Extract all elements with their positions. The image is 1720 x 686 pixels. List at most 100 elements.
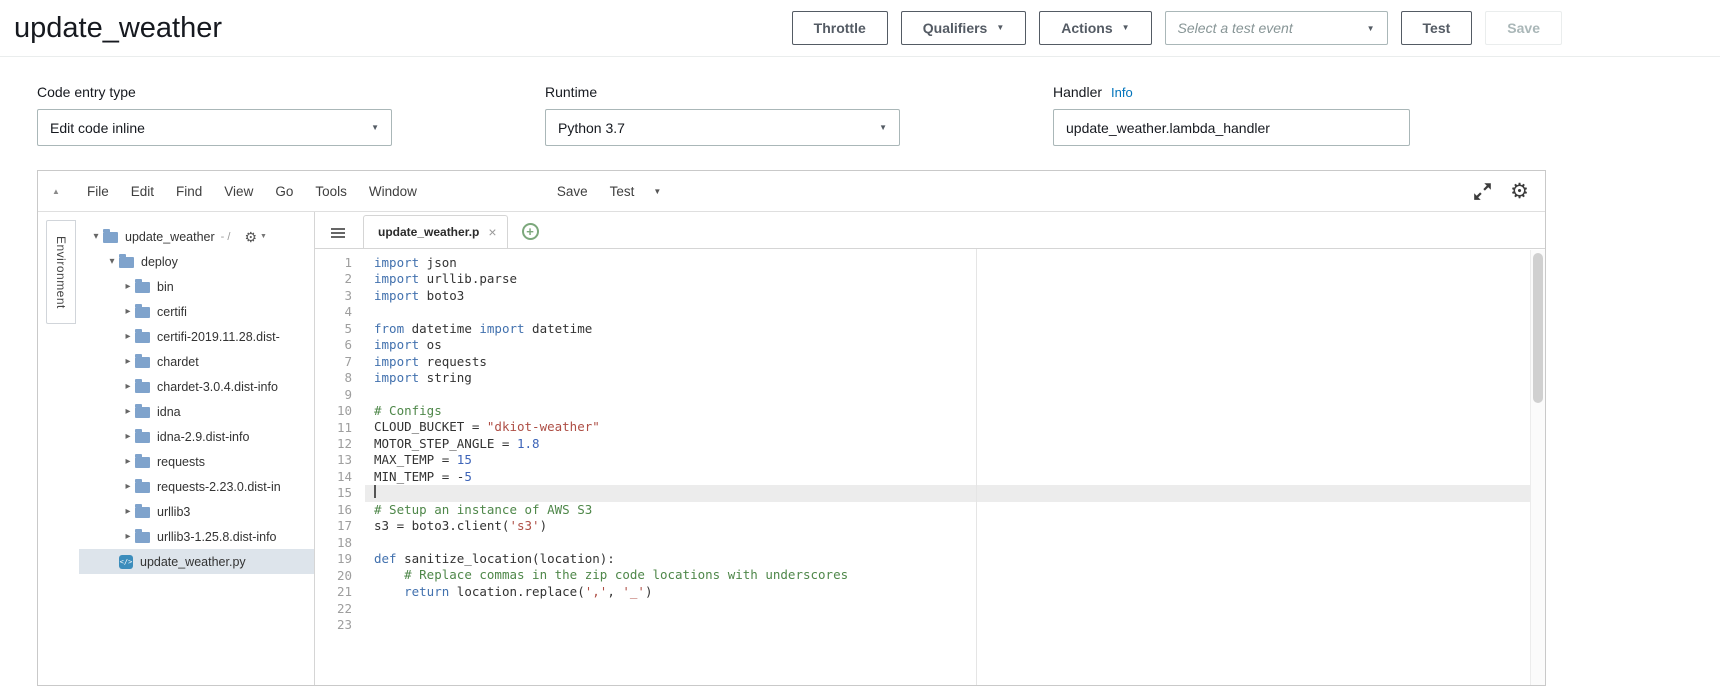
line-number[interactable]: 14 (315, 469, 352, 485)
line-number[interactable]: 9 (315, 387, 352, 403)
code-line-20[interactable]: # Replace commas in the zip code locatio… (365, 567, 1545, 583)
chevron-down-icon[interactable]: ▾ (89, 231, 103, 242)
tree-item-idna-2-9-dist-info[interactable]: ▸idna-2.9.dist-info (79, 424, 314, 449)
code-line-5[interactable]: from datetime import datetime (365, 321, 1545, 337)
chevron-right-icon[interactable]: ▸ (121, 281, 135, 292)
code-line-15[interactable] (365, 485, 1545, 501)
code-line-16[interactable]: # Setup an instance of AWS S3 (365, 502, 1545, 518)
code-line-9[interactable] (365, 387, 1545, 403)
menu-tools[interactable]: Tools (304, 184, 358, 199)
tree-item-urllib3[interactable]: ▸urllib3 (79, 499, 314, 524)
tab-list-icon[interactable] (331, 228, 345, 230)
tree-item-chardet[interactable]: ▸chardet (79, 349, 314, 374)
tab-update-weather-py[interactable]: update_weather.p × (363, 215, 508, 248)
add-tab-icon[interactable]: + (522, 223, 539, 240)
tree-item-bin[interactable]: ▸bin (79, 274, 314, 299)
line-number[interactable]: 10 (315, 403, 352, 419)
line-number[interactable]: 17 (315, 518, 352, 534)
line-number[interactable]: 11 (315, 420, 352, 436)
tree-item-urllib3-1-25-8-dist-info[interactable]: ▸urllib3-1.25.8.dist-info (79, 524, 314, 549)
close-icon[interactable]: × (488, 224, 496, 240)
code-line-8[interactable]: import string (365, 370, 1545, 386)
line-number[interactable]: 20 (315, 568, 352, 584)
fullscreen-icon[interactable] (1473, 182, 1492, 201)
menu-window[interactable]: Window (358, 184, 428, 199)
scrollbar-thumb[interactable] (1533, 253, 1543, 403)
line-number[interactable]: 15 (315, 485, 352, 501)
test-button[interactable]: Test (1401, 11, 1473, 45)
qualifiers-button[interactable]: Qualifiers ▼ (901, 11, 1027, 45)
chevron-right-icon[interactable]: ▸ (121, 531, 135, 542)
line-number[interactable]: 8 (315, 370, 352, 386)
code-line-12[interactable]: MOTOR_STEP_ANGLE = 1.8 (365, 436, 1545, 452)
tree-item-update-weather[interactable]: ▾update_weather- /⚙▼ (79, 224, 314, 249)
line-number[interactable]: 7 (315, 354, 352, 370)
menu-edit[interactable]: Edit (120, 184, 165, 199)
line-number[interactable]: 12 (315, 436, 352, 452)
chevron-down-icon[interactable]: ▾ (105, 256, 119, 267)
code-line-19[interactable]: def sanitize_location(location): (365, 551, 1545, 567)
code-line-11[interactable]: CLOUD_BUCKET = "dkiot-weather" (365, 419, 1545, 435)
line-number[interactable]: 5 (315, 321, 352, 337)
chevron-right-icon[interactable]: ▸ (121, 481, 135, 492)
gear-icon[interactable]: ⚙ (1510, 181, 1529, 202)
code-line-21[interactable]: return location.replace(',', '_') (365, 584, 1545, 600)
save-button[interactable]: Save (1485, 11, 1562, 45)
line-number[interactable]: 21 (315, 584, 352, 600)
throttle-button[interactable]: Throttle (792, 11, 888, 45)
tree-item-deploy[interactable]: ▾deploy (79, 249, 314, 274)
code-line-22[interactable] (365, 600, 1545, 616)
line-number[interactable]: 19 (315, 551, 352, 567)
line-number[interactable]: 16 (315, 502, 352, 518)
line-number[interactable]: 2 (315, 271, 352, 287)
environment-settings-button[interactable]: ⚙▼ (244, 230, 267, 244)
menu-save[interactable]: Save (546, 184, 599, 199)
collapse-editor-icon[interactable]: ▲ (52, 187, 76, 196)
tree-item-certifi[interactable]: ▸certifi (79, 299, 314, 324)
line-number[interactable]: 3 (315, 288, 352, 304)
code-entry-type-select[interactable]: Edit code inline ▼ (37, 109, 392, 146)
code-line-2[interactable]: import urllib.parse (365, 271, 1545, 287)
code-line-4[interactable] (365, 304, 1545, 320)
chevron-right-icon[interactable]: ▸ (121, 431, 135, 442)
code-line-7[interactable]: import requests (365, 354, 1545, 370)
handler-info-link[interactable]: Info (1111, 85, 1133, 100)
code-line-23[interactable] (365, 617, 1545, 633)
code-line-18[interactable] (365, 534, 1545, 550)
chevron-right-icon[interactable]: ▸ (121, 306, 135, 317)
menu-test[interactable]: Test (599, 184, 646, 199)
chevron-right-icon[interactable]: ▸ (121, 381, 135, 392)
vertical-scrollbar[interactable] (1530, 250, 1545, 685)
tree-item-requests[interactable]: ▸requests (79, 449, 314, 474)
line-number[interactable]: 22 (315, 601, 352, 617)
code-line-17[interactable]: s3 = boto3.client('s3') (365, 518, 1545, 534)
line-number[interactable]: 13 (315, 452, 352, 468)
chevron-right-icon[interactable]: ▸ (121, 456, 135, 467)
line-number[interactable]: 18 (315, 535, 352, 551)
line-number[interactable]: 4 (315, 304, 352, 320)
code-content[interactable]: import jsonimport urllib.parseimport bot… (365, 255, 1545, 685)
code-line-13[interactable]: MAX_TEMP = 15 (365, 452, 1545, 468)
menu-view[interactable]: View (213, 184, 264, 199)
chevron-right-icon[interactable]: ▸ (121, 406, 135, 417)
actions-button[interactable]: Actions ▼ (1039, 11, 1151, 45)
line-number[interactable]: 6 (315, 337, 352, 353)
code-line-14[interactable]: MIN_TEMP = -5 (365, 469, 1545, 485)
tree-item-update-weather-py[interactable]: </>update_weather.py (79, 549, 314, 574)
menu-find[interactable]: Find (165, 184, 213, 199)
tree-item-certifi-2019-11-28-dist-[interactable]: ▸certifi-2019.11.28.dist- (79, 324, 314, 349)
handler-input[interactable] (1053, 109, 1410, 146)
test-event-select[interactable]: Select a test event ▼ (1165, 11, 1388, 45)
line-number[interactable]: 23 (315, 617, 352, 633)
code-line-10[interactable]: # Configs (365, 403, 1545, 419)
chevron-right-icon[interactable]: ▸ (121, 356, 135, 367)
code-line-1[interactable]: import json (365, 255, 1545, 271)
line-number[interactable]: 1 (315, 255, 352, 271)
menu-go[interactable]: Go (264, 184, 304, 199)
menu-file[interactable]: File (76, 184, 120, 199)
tree-item-idna[interactable]: ▸idna (79, 399, 314, 424)
code-line-3[interactable]: import boto3 (365, 288, 1545, 304)
tab-environment[interactable]: Environment (46, 220, 76, 324)
chevron-right-icon[interactable]: ▸ (121, 331, 135, 342)
chevron-right-icon[interactable]: ▸ (121, 506, 135, 517)
